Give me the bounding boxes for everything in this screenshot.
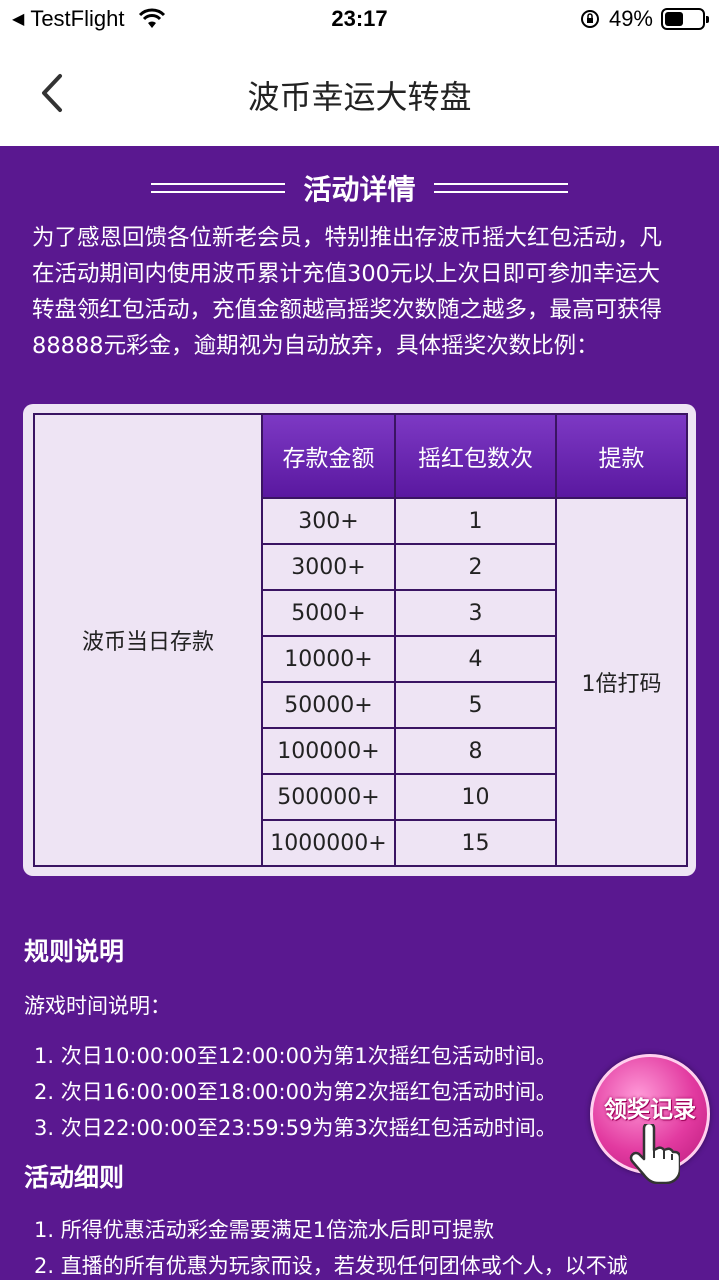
battery-icon	[661, 8, 709, 30]
battery-fill	[665, 12, 683, 26]
deposit-cell: 100000+	[261, 727, 396, 775]
intro-line: 88888元彩金，逾期视为自动放弃，具体摇奖次数比例：	[32, 333, 599, 359]
top-bar: ◀ TestFlight 23:17 49% 波币幸运大转盘	[0, 0, 719, 146]
spins-cell: 4	[394, 635, 557, 683]
header-deposit: 存款金额	[261, 413, 396, 499]
details-list: 1. 所得优惠活动彩金需要满足1倍流水后即可提款 2. 直播的所有优惠为玩家而设…	[24, 1212, 704, 1280]
header-spins: 摇红包数次	[394, 413, 557, 499]
spins-cell: 15	[394, 819, 557, 867]
deposit-cell: 300+	[261, 497, 396, 545]
spins-cell: 1	[394, 497, 557, 545]
spins-cell: 8	[394, 727, 557, 775]
reward-table-card: 波币当日存款 存款金额 摇红包数次 提款 300+ 1 1倍打码 3000+ 2…	[23, 404, 696, 876]
pointing-hand-icon	[629, 1124, 680, 1184]
reward-table: 波币当日存款 存款金额 摇红包数次 提款 300+ 1 1倍打码 3000+ 2…	[33, 413, 688, 867]
battery-percent: 49%	[608, 6, 653, 31]
divider-right	[433, 183, 568, 193]
activity-heading: 活动详情	[303, 173, 416, 206]
divider-left	[151, 183, 286, 193]
rotation-lock-icon	[580, 10, 599, 28]
activity-intro: 为了感恩回馈各位新老会员，特别推出存波币摇大红包活动，凡 在活动期间内使用波币累…	[32, 220, 692, 364]
page-title: 波币幸运大转盘	[247, 78, 472, 116]
deposit-cell: 500000+	[261, 773, 396, 821]
spins-cell: 5	[394, 681, 557, 729]
intro-line: 为了感恩回馈各位新老会员，特别推出存波币摇大红包活动，凡	[32, 225, 663, 251]
reward-record-button[interactable]: 领奖记录	[588, 1054, 712, 1184]
list-item: 1. 所得优惠活动彩金需要满足1倍流水后即可提款	[34, 1218, 495, 1242]
deposit-cell: 5000+	[261, 589, 396, 637]
rules-subheading: 游戏时间说明：	[24, 994, 171, 1018]
navigation-bar: 波币幸运大转盘	[0, 40, 719, 146]
spins-cell: 2	[394, 543, 557, 591]
list-item: 2. 直播的所有优惠为玩家而设，若发现任何团体或个人，以不诚	[34, 1254, 628, 1278]
deposit-cell: 50000+	[261, 681, 396, 729]
spins-cell: 3	[394, 589, 557, 637]
rules-heading: 规则说明	[24, 937, 125, 966]
reward-record-label: 领奖记录	[604, 1097, 696, 1123]
activity-section-header: 活动详情	[0, 168, 719, 208]
deposit-cell: 3000+	[261, 543, 396, 591]
row-label-cell: 波币当日存款	[33, 413, 263, 867]
withdraw-cell: 1倍打码	[555, 497, 688, 867]
header-withdraw: 提款	[555, 413, 688, 499]
deposit-cell: 1000000+	[261, 819, 396, 867]
intro-line: 转盘领红包活动，充值金额越高摇奖次数随之越多，最高可获得	[32, 297, 663, 323]
intro-line: 在活动期间内使用波币累计充值300元以上次日即可参加幸运大	[32, 261, 660, 287]
spins-cell: 10	[394, 773, 557, 821]
status-bar: ◀ TestFlight 23:17 49%	[0, 0, 719, 40]
table-header-row: 波币当日存款 存款金额 摇红包数次 提款	[33, 413, 688, 867]
deposit-cell: 10000+	[261, 635, 396, 683]
